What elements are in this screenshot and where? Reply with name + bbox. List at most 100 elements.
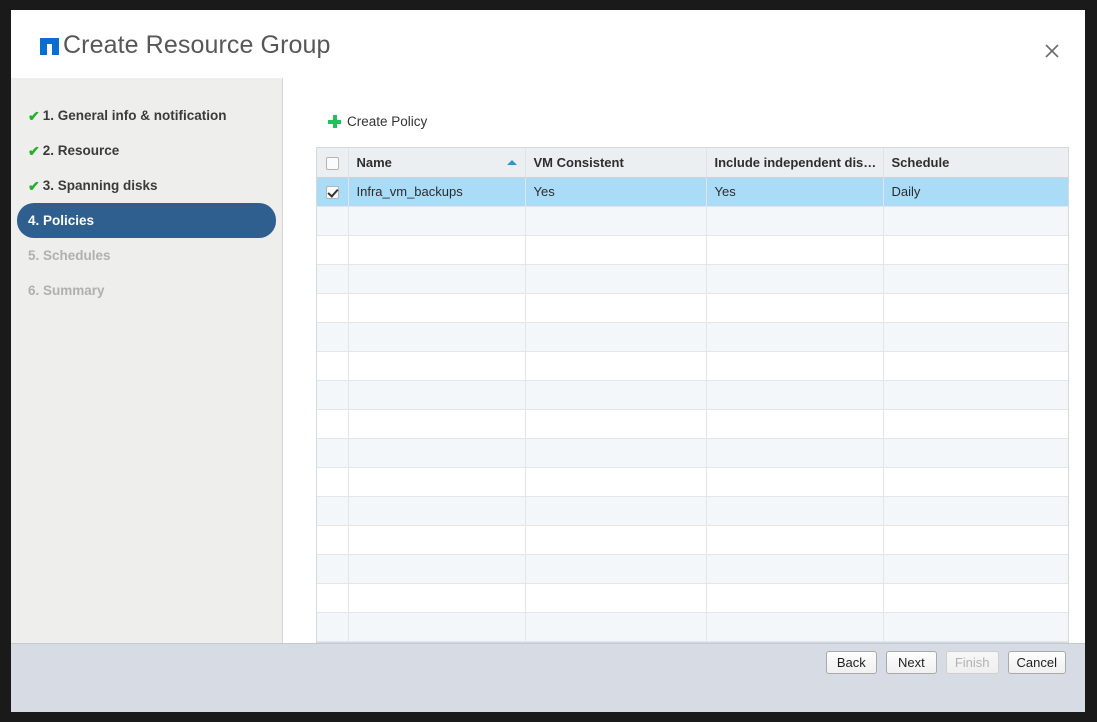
dialog-footer: Back Next Finish Cancel [11, 643, 1085, 712]
cell-empty-include_independent_disks [706, 583, 884, 613]
cell-empty-vm_consistent [525, 409, 707, 439]
cell-empty-include_independent_disks [706, 496, 884, 526]
select-all-header[interactable] [317, 148, 349, 178]
row-select-cell-empty [317, 293, 349, 323]
cell-empty-schedule [883, 467, 1068, 497]
sidebar-item-policies[interactable]: 4. Policies [17, 203, 276, 238]
cell-empty-schedule [883, 583, 1068, 613]
table-row-empty [317, 496, 1068, 526]
cell-empty-name [348, 409, 526, 439]
cell-empty-vm_consistent [525, 554, 707, 584]
policies-table-head: Name VM Consistent Include independent d… [317, 148, 1068, 178]
table-row-empty [317, 264, 1068, 294]
sidebar-item-label: 4. Policies [28, 213, 95, 228]
cell-empty-name [348, 235, 526, 265]
row-select-cell-empty [317, 467, 349, 497]
sidebar-item-label: 1. General info & notification [42, 108, 227, 123]
row-select-cell-empty [317, 235, 349, 265]
column-header-vm-consistent[interactable]: VM Consistent [525, 148, 707, 178]
column-header-schedule[interactable]: Schedule [883, 148, 1068, 178]
row-select-cell-empty [317, 554, 349, 584]
sort-ascending-icon [506, 160, 517, 165]
table-row-empty [317, 612, 1068, 642]
table-row-empty [317, 467, 1068, 497]
cell-empty-schedule [883, 525, 1068, 555]
row-select-cell-empty [317, 612, 349, 642]
sidebar-item-label: 5. Schedules [28, 248, 111, 263]
cell-empty-name [348, 467, 526, 497]
cancel-button[interactable]: Cancel [1007, 651, 1066, 674]
cell-empty-name [348, 554, 526, 584]
nutanix-logo-icon [40, 36, 59, 55]
window-frame: Create Resource Group ✔ 1. General info … [0, 0, 1097, 722]
cell-empty-vm_consistent [525, 380, 707, 410]
cell-empty-schedule [883, 322, 1068, 352]
close-icon[interactable] [1037, 36, 1067, 66]
cell-empty-vm_consistent [525, 351, 707, 381]
table-row-empty [317, 525, 1068, 555]
page-title: Create Resource Group [63, 31, 331, 59]
column-header-include-independent-disks[interactable]: Include independent dis… [706, 148, 884, 178]
table-row[interactable]: Infra_vm_backups Yes Yes Daily [317, 177, 1068, 207]
cell-empty-name [348, 293, 526, 323]
cell-empty-vm_consistent [525, 264, 707, 294]
create-resource-group-dialog: Create Resource Group ✔ 1. General info … [11, 10, 1085, 712]
cell-empty-include_independent_disks [706, 409, 884, 439]
cell-empty-schedule [883, 235, 1068, 265]
cell-vm_consistent: Yes [525, 177, 707, 207]
cell-empty-name [348, 351, 526, 381]
next-button[interactable]: Next [885, 651, 937, 674]
sidebar-item-label: 3. Spanning disks [42, 178, 158, 193]
cell-empty-include_independent_disks [706, 235, 884, 265]
cell-empty-name [348, 380, 526, 410]
cell-empty-schedule [883, 264, 1068, 294]
row-select-cell-empty [317, 583, 349, 613]
select-all-checkbox[interactable] [325, 156, 339, 170]
back-button[interactable]: Back [825, 651, 877, 674]
cell-empty-schedule [883, 206, 1068, 236]
row-select-cell-empty [317, 380, 349, 410]
cell-empty-name [348, 438, 526, 468]
column-header-label: Schedule [891, 154, 950, 170]
finish-button: Finish [945, 651, 999, 674]
wizard-steps-sidebar: ✔ 1. General info & notification ✔ 2. Re… [11, 78, 283, 643]
table-row-empty [317, 206, 1068, 236]
cell-empty-include_independent_disks [706, 438, 884, 468]
cell-empty-name [348, 525, 526, 555]
column-header-label: Name [356, 154, 392, 170]
cell-empty-include_independent_disks [706, 264, 884, 294]
cell-empty-include_independent_disks [706, 293, 884, 323]
column-header-label: Include independent dis… [714, 154, 877, 170]
row-select-cell-empty [317, 409, 349, 439]
table-row-empty [317, 409, 1068, 439]
row-select-cell-empty [317, 438, 349, 468]
create-policy-button[interactable]: Create Policy [328, 114, 427, 129]
sidebar-item-summary: 6. Summary [17, 273, 276, 308]
sidebar-item-spanning-disks[interactable]: ✔ 3. Spanning disks [17, 168, 276, 203]
row-select-cell-empty [317, 206, 349, 236]
cell-empty-vm_consistent [525, 496, 707, 526]
cell-empty-vm_consistent [525, 235, 707, 265]
cell-empty-include_independent_disks [706, 467, 884, 497]
row-select-cell-empty [317, 496, 349, 526]
cell-empty-vm_consistent [525, 583, 707, 613]
row-checkbox[interactable] [325, 186, 339, 200]
column-header-name[interactable]: Name [348, 148, 526, 178]
table-row-empty [317, 438, 1068, 468]
cell-empty-include_independent_disks [706, 554, 884, 584]
cell-empty-name [348, 612, 526, 642]
cell-empty-schedule [883, 438, 1068, 468]
cell-empty-schedule [883, 293, 1068, 323]
table-header-row: Name VM Consistent Include independent d… [317, 148, 1068, 178]
cell-empty-schedule [883, 554, 1068, 584]
row-select-cell[interactable] [317, 177, 349, 207]
cell-empty-name [348, 264, 526, 294]
cell-empty-name [348, 322, 526, 352]
sidebar-item-general-info[interactable]: ✔ 1. General info & notification [17, 98, 276, 133]
check-icon: ✔ [28, 107, 40, 124]
policies-table-container: Name VM Consistent Include independent d… [316, 147, 1069, 643]
table-row-empty [317, 380, 1068, 410]
sidebar-item-resource[interactable]: ✔ 2. Resource [17, 133, 276, 168]
sidebar-item-label: 6. Summary [28, 283, 105, 298]
cell-schedule: Daily [883, 177, 1068, 207]
